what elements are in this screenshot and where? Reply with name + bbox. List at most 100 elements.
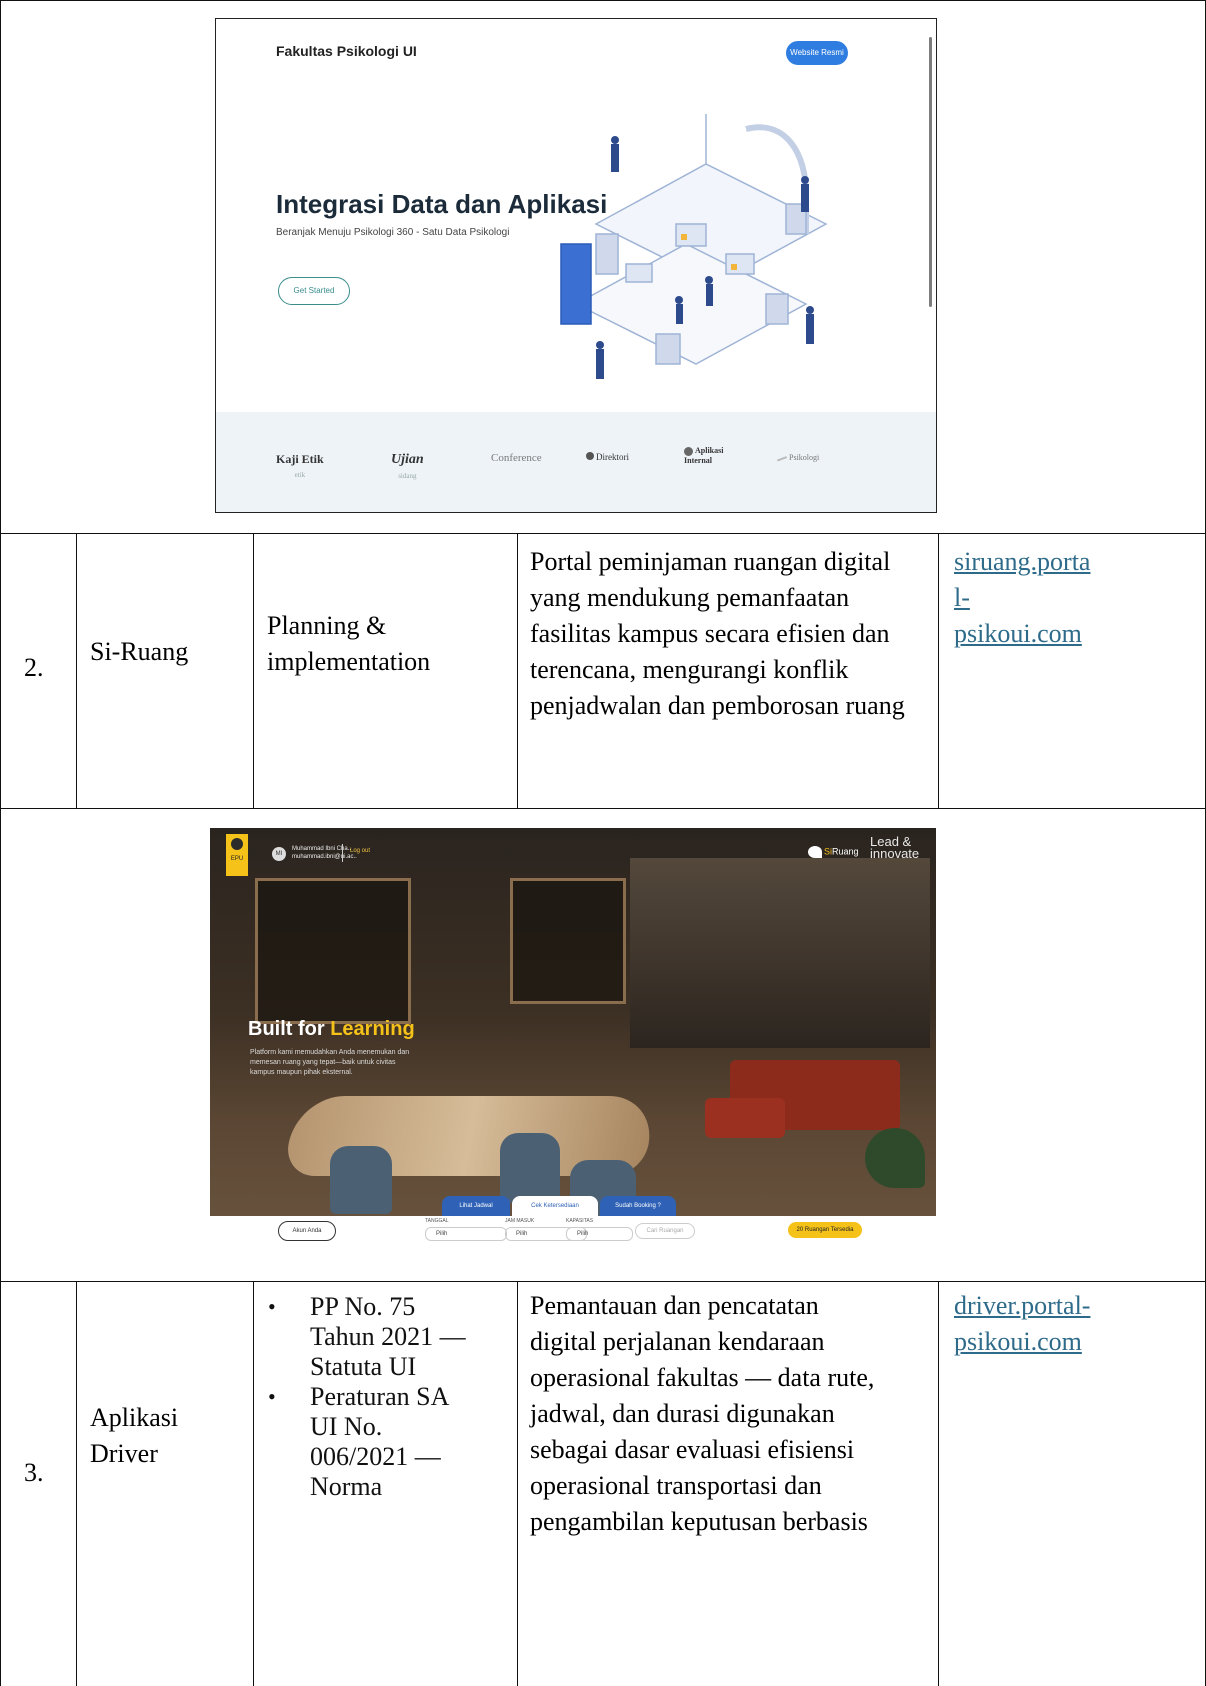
ui-seal-icon [231,838,243,850]
desc-line: operasional fakultas — data rute, [530,1363,875,1392]
document-table: Fakultas Psikologi UI Website Resmi Inte… [0,0,1206,1686]
siruang-link-line3[interactable]: psikoui.com [954,616,1204,652]
row3-regulation-list: PP No. 75 Tahun 2021 — Statuta UI Peratu… [258,1292,513,1502]
col-line-4b [938,1281,939,1686]
gear-icon [684,446,693,456]
lead-innovate-logo: Lead & innovate [870,835,919,860]
table-border-row1 [0,533,1206,534]
hero-title-accent: Learning [330,1018,415,1040]
desc-line: Pemantauan dan pencatatan [530,1291,819,1320]
logo-ruang: Ruang [832,846,859,857]
row3-description: Pemantauan dan pencatatan digital perjal… [530,1288,935,1540]
desc-line: jadwal, dan durasi digunakan [530,1399,835,1428]
list-item: Peraturan SA UI No. 006/2021 — Norma [258,1382,513,1502]
row2-link[interactable]: siruang.porta l- psikoui.com [954,544,1204,652]
logout-link[interactable]: Log out [350,848,370,854]
bullet-line: Norma [310,1472,383,1501]
shelf-2 [510,878,626,1004]
field-label: JAM MASUK [505,1218,535,1224]
tab-cek-ketersediaan[interactable]: Cek Ketersediaan [512,1196,598,1216]
ruangan-tersedia-button[interactable]: 20 Ruangan Tersedia [788,1222,862,1238]
chair-2 [500,1133,560,1203]
shelf-1 [255,878,411,1024]
desc-line: sebagai dasar evaluasi efisiensi [530,1435,855,1464]
list-item: PP No. 75 Tahun 2021 — Statuta UI [258,1292,513,1382]
get-started-button[interactable]: Get Started [278,277,350,305]
siruang-hero-title: Built for Learning [248,1018,415,1041]
app-name-line2: Driver [90,1439,158,1468]
psikologi-portal-screenshot: Fakultas Psikologi UI Website Resmi Inte… [215,18,937,513]
ui-badge: EPU [226,834,248,876]
app-direktori[interactable]: Direktori [586,452,629,462]
tab-sudah-booking[interactable]: Sudah Booking ? [600,1196,676,1216]
app-psikologi[interactable]: Psikologi [774,450,820,462]
direktori-icon [586,452,594,460]
desc-line: operasional transportasi dan [530,1471,822,1500]
plant [865,1128,925,1188]
desc-line: digital perjalanan kendaraan [530,1327,825,1356]
row3-app-name: Aplikasi Driver [90,1400,178,1472]
table-border-top [0,0,1206,1]
ottoman [705,1098,785,1138]
user-email: muhammad.ibni@ui.ac.. [292,854,357,860]
bullet-line: Tahun 2021 — [310,1322,466,1351]
col-line-2b [253,1281,254,1686]
row2-regulation: Planning & implementation [267,611,431,676]
row2-description: Portal peminjaman ruangan digital yang m… [530,547,905,720]
avatar: MI [272,847,286,861]
app-label: Ujian [391,452,424,467]
row2-number: 2. [24,653,44,682]
app-ujian[interactable]: Ujian sidang [391,452,424,480]
app-label: Kaji Etik [276,452,324,466]
app-sublabel: etik [294,471,306,479]
app-conference[interactable]: Conference [491,452,542,464]
booking-bar: Akun Anda TANGGAL Pilih JAM MASUK Pilih … [210,1216,936,1245]
tanggal-field[interactable]: TANGGAL Pilih [425,1218,507,1242]
col-line-1b [76,1281,77,1686]
hero-subtitle: Beranjak Menuju Psikologi 360 - Satu Dat… [276,227,510,238]
kapasitas-field[interactable]: KAPASITAS Pilih [566,1218,633,1242]
siruang-link-line2[interactable]: l- [954,580,1204,616]
siruang-hero-description: Platform kami memudahkan Anda menemukan … [250,1049,410,1076]
website-resmi-button[interactable]: Website Resmi [786,41,848,65]
logo-si: Si [824,846,833,857]
user-info: Muhammad Ibni Cha.. muhammad.ibni@ui.ac.… [292,845,357,861]
bullet-line: Peraturan SA [310,1382,450,1411]
scrollbar[interactable] [929,37,932,307]
app-label: Direktori [596,452,629,462]
col-line-4 [938,533,939,808]
tab-lihat-jadwal[interactable]: Lihat Jadwal [442,1196,510,1216]
table-border-row3 [0,1281,1206,1282]
bullet-line: UI No. [310,1412,383,1441]
isometric-illustration [560,114,828,379]
field-value[interactable]: Pilih [425,1227,507,1241]
user-name: Muhammad Ibni Cha.. [292,846,352,852]
app-sublabel: sidang [398,472,417,480]
col-line-3b [517,1281,518,1686]
row3-link[interactable]: driver.portal- psikoui.com [954,1288,1204,1360]
app-label: Conference [491,452,542,464]
app-strip: Kaji Etik etik Ujian sidang Conference D… [216,412,936,512]
col-line-2 [253,533,254,808]
driver-link-line1[interactable]: driver.portal- [954,1288,1204,1324]
badge-text: EPU [230,856,244,862]
cari-ruangan-button[interactable]: Cari Ruangan [635,1223,695,1239]
driver-link-line2[interactable]: psikoui.com [954,1324,1204,1360]
col-line-3 [517,533,518,808]
app-aplikasi-internal[interactable]: Aplikasi Internal [684,446,744,465]
header-divider [342,844,343,862]
field-label: KAPASITAS [566,1218,594,1224]
akun-anda-button[interactable]: Akun Anda [278,1221,336,1241]
field-value[interactable]: Pilih [566,1227,633,1241]
window-panel [630,858,930,1048]
app-kaji-etik[interactable]: Kaji Etik etik [276,452,324,479]
table-border-left [0,0,1,1686]
row2-app-name: Si-Ruang [90,637,189,666]
bullet-line: PP No. 75 [310,1292,416,1321]
siruang-link-line1[interactable]: siruang.porta [954,544,1204,580]
bullet-line: Statuta UI [310,1352,417,1381]
app-label: Psikologi [789,453,820,462]
siruang-logo-icon [808,846,822,858]
psikologi-logo-icon [774,450,788,462]
col-line-1 [76,533,77,808]
